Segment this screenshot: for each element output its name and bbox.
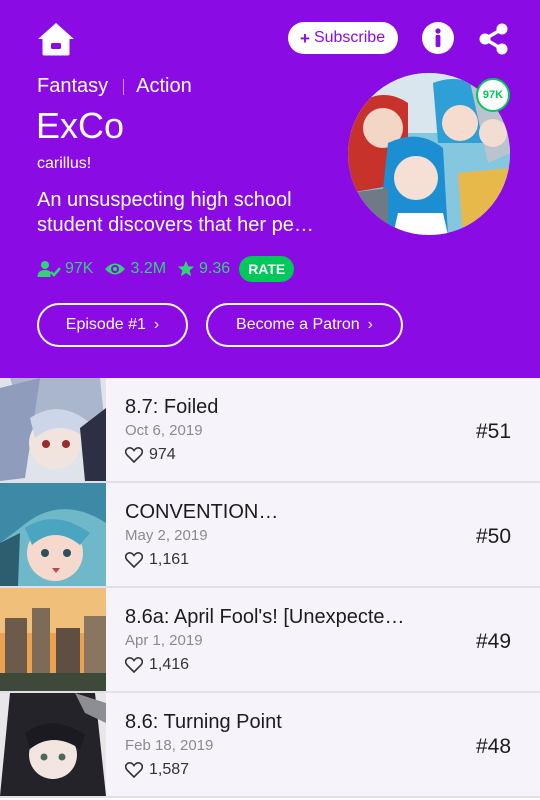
star-icon <box>177 260 195 277</box>
episode-thumbnail <box>0 588 106 691</box>
chevron-right-icon: › <box>153 316 160 333</box>
episode-date: May 2, 2019 <box>125 527 208 544</box>
subscriber-count: 97K <box>65 260 94 277</box>
like-count: 1,416 <box>149 656 190 673</box>
episode-number: #50 <box>476 525 512 548</box>
episode-thumbnail <box>0 378 106 481</box>
heart-icon <box>125 447 143 463</box>
plus-icon: + <box>300 28 310 48</box>
home-button[interactable] <box>36 21 76 57</box>
rating-stat: 9.36 <box>177 260 230 278</box>
cover-subscriber-badge: 97K <box>476 78 510 112</box>
episode-likes: 1,416 <box>125 656 189 674</box>
first-episode-button[interactable]: Episode #1 › <box>37 303 188 347</box>
eye-icon <box>105 263 126 275</box>
episode-row[interactable]: 8.6a: April Fool's! [Unexpecte… Apr 1, 2… <box>0 588 540 693</box>
subscribers-icon <box>37 261 61 277</box>
summary-line: An unsuspecting high school <box>37 189 292 211</box>
view-stat: 3.2M <box>104 260 166 278</box>
episode-row[interactable]: CONVENTION… May 2, 2019 1,161 #50 <box>0 483 540 588</box>
heart-icon <box>125 657 143 673</box>
episode-title: 8.6a: April Fool's! [Unexpecte… <box>125 606 405 628</box>
series-summary: An unsuspecting high school student disc… <box>37 188 319 238</box>
episode-date: Apr 1, 2019 <box>125 632 203 649</box>
subscribe-label: Subscribe <box>313 29 386 46</box>
episode-title: 8.6: Turning Point <box>125 711 282 733</box>
episode-likes: 1,161 <box>125 551 189 569</box>
episode-title: CONVENTION… <box>125 501 279 523</box>
first-episode-label: Episode #1 <box>65 316 146 333</box>
genre-list: Fantasy Action <box>37 75 192 98</box>
become-patron-button[interactable]: Become a Patron › <box>206 303 403 347</box>
heart-icon <box>125 552 143 568</box>
rating-value: 9.36 <box>199 260 231 277</box>
episode-title: 8.7: Foiled <box>125 396 219 418</box>
episode-likes: 974 <box>125 446 176 464</box>
episode-thumbnail <box>0 483 106 586</box>
episode-row[interactable]: 8.6: Turning Point Feb 18, 2019 1,587 #4… <box>0 693 540 798</box>
episode-row[interactable]: 8.7: Foiled Oct 6, 2019 974 #51 <box>0 378 540 483</box>
share-icon <box>479 23 508 55</box>
genre-divider <box>123 78 125 95</box>
subscribe-button[interactable]: + Subscribe <box>288 22 399 54</box>
series-header: + Subscribe Fantasy Action ExCo carillus… <box>0 0 540 378</box>
view-count: 3.2M <box>130 260 167 277</box>
heart-icon <box>125 762 143 778</box>
episode-number: #51 <box>476 420 512 443</box>
series-stats: 97K 3.2M 9.36 RATE <box>37 256 295 282</box>
summary-line: student discovers that her pe… <box>37 214 314 236</box>
become-patron-label: Become a Patron <box>236 316 360 333</box>
like-count: 1,587 <box>149 761 190 778</box>
episode-list: 8.7: Foiled Oct 6, 2019 974 #51 CONVENTI… <box>0 378 540 798</box>
series-title: ExCo <box>36 105 125 146</box>
chevron-right-icon: › <box>367 316 373 333</box>
episode-date: Oct 6, 2019 <box>125 422 203 439</box>
episode-date: Feb 18, 2019 <box>125 737 214 754</box>
episode-likes: 1,587 <box>125 761 189 779</box>
genre-tag[interactable]: Fantasy <box>37 75 108 98</box>
genre-tag[interactable]: Action <box>136 75 192 98</box>
subscriber-stat: 97K <box>37 260 93 278</box>
info-icon <box>422 22 454 54</box>
rate-button[interactable]: RATE <box>239 256 295 282</box>
info-button[interactable] <box>421 21 455 55</box>
like-count: 974 <box>149 446 176 463</box>
share-button[interactable] <box>477 22 511 56</box>
episode-number: #49 <box>476 630 512 653</box>
like-count: 1,161 <box>149 551 190 568</box>
episode-number: #48 <box>476 735 512 758</box>
author-name[interactable]: carillus! <box>37 155 91 173</box>
home-icon <box>38 23 74 56</box>
episode-thumbnail <box>0 693 106 796</box>
